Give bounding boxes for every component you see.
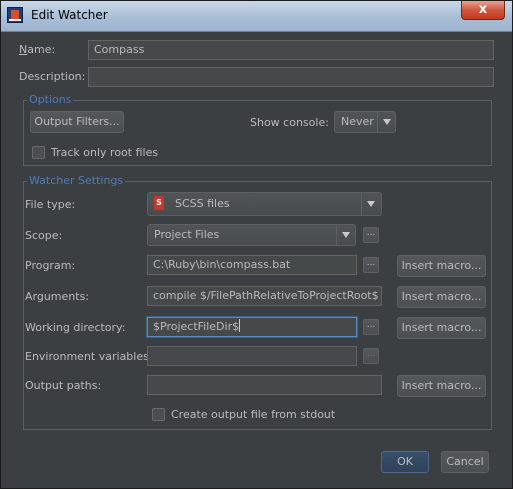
- environment-variables-browse-button[interactable]: ...: [363, 348, 379, 364]
- working-directory-label: Working directory:: [25, 321, 126, 334]
- program-label: Program:: [25, 259, 76, 272]
- show-console-value: Never: [341, 115, 374, 128]
- scope-browse-button[interactable]: ...: [363, 227, 379, 243]
- scope-label: Scope:: [25, 229, 63, 242]
- output-paths-label: Output paths:: [25, 379, 102, 392]
- working-directory-input[interactable]: $ProjectFileDir$: [147, 317, 357, 337]
- sass-file-icon: S: [154, 196, 164, 210]
- ok-button[interactable]: OK: [381, 451, 429, 473]
- show-console-separator: [377, 112, 378, 132]
- file-type-select[interactable]: S SCSS files: [147, 192, 382, 216]
- description-label: Description:: [19, 70, 86, 83]
- track-root-label: Track only root files: [51, 146, 159, 159]
- output-paths-insert-macro-button[interactable]: Insert macro...: [397, 375, 486, 397]
- title-bar: Edit Watcher x: [1, 1, 512, 32]
- scope-select[interactable]: Project Files: [147, 224, 356, 246]
- show-console-label: Show console:: [250, 116, 329, 129]
- close-button[interactable]: x: [461, 1, 505, 20]
- phpstorm-logo-icon: [7, 7, 23, 23]
- file-type-separator: [361, 193, 362, 215]
- working-directory-value: $ProjectFileDir$: [153, 320, 240, 333]
- text-caret: [239, 319, 241, 332]
- create-output-stdout-label: Create output file from stdout: [171, 408, 336, 421]
- program-input[interactable]: C:\Ruby\bin\compass.bat: [147, 255, 357, 275]
- cancel-button[interactable]: Cancel: [441, 451, 489, 473]
- description-input[interactable]: [88, 67, 494, 87]
- arguments-input[interactable]: compile $/FilePathRelativeToProjectRoot$: [147, 286, 382, 306]
- track-root-checkbox[interactable]: [32, 146, 45, 159]
- file-type-value: SCSS files: [175, 197, 230, 210]
- file-type-label: File type:: [25, 198, 76, 211]
- edit-watcher-dialog: Edit Watcher x Name: Compass Description…: [0, 0, 513, 489]
- show-console-select[interactable]: Never: [334, 111, 396, 133]
- chevron-down-icon: [383, 119, 391, 125]
- environment-variables-input[interactable]: [147, 346, 357, 366]
- name-label-text: ame:: [27, 43, 56, 56]
- watcher-settings-group-title: Watcher Settings: [27, 174, 126, 187]
- scope-separator: [336, 225, 337, 245]
- create-output-stdout-checkbox[interactable]: [152, 408, 165, 421]
- chevron-down-icon: [367, 201, 375, 207]
- output-filters-button[interactable]: Output Filters...: [30, 111, 124, 133]
- program-insert-macro-button[interactable]: Insert macro...: [397, 255, 486, 277]
- program-browse-button[interactable]: ...: [363, 257, 379, 273]
- scope-value: Project Files: [154, 228, 220, 241]
- output-paths-input[interactable]: [147, 375, 382, 395]
- environment-variables-label: Environment variables:: [25, 350, 153, 363]
- working-directory-browse-button[interactable]: ...: [363, 319, 379, 335]
- working-directory-insert-macro-button[interactable]: Insert macro...: [397, 317, 486, 339]
- arguments-label: Arguments:: [25, 290, 90, 303]
- dialog-content: Name: Compass Description: Options Outpu…: [1, 32, 512, 488]
- name-input[interactable]: Compass: [88, 40, 494, 60]
- options-group-title: Options: [27, 93, 74, 106]
- arguments-insert-macro-button[interactable]: Insert macro...: [397, 286, 486, 308]
- chevron-down-icon: [342, 232, 350, 238]
- window-title: Edit Watcher: [31, 8, 108, 22]
- name-label: Name:: [19, 43, 56, 56]
